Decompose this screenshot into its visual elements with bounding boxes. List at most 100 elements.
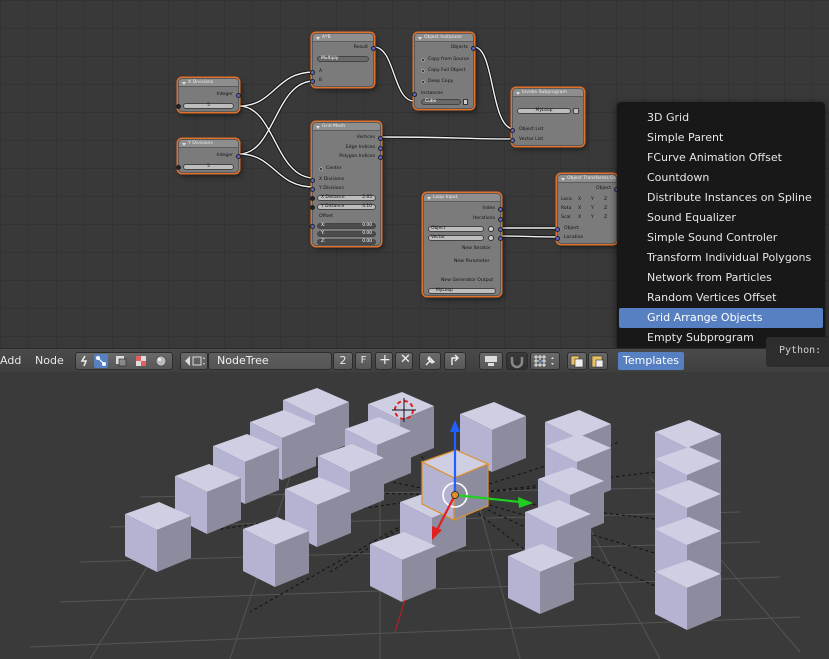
operation-select[interactable]: Multiply (317, 56, 369, 62)
output-socket[interactable] (236, 92, 241, 98)
copy-nodes-button[interactable] (567, 352, 587, 370)
input-socket[interactable] (510, 127, 515, 133)
templates-dropdown-menu[interactable]: 3D Grid Simple Parent FCurve Animation O… (617, 102, 825, 348)
node-editor[interactable]: A*B Result Multiply A B X Divisions Inte… (0, 0, 829, 348)
output-socket[interactable] (498, 235, 503, 241)
integer-value-field[interactable]: 5 (183, 103, 234, 109)
cube-array[interactable] (125, 388, 721, 630)
node-tree-browse-button[interactable] (180, 352, 208, 370)
menu-item-transform-individual-polygons[interactable]: Transform Individual Polygons (617, 248, 825, 268)
param-settings-icon[interactable] (488, 235, 494, 241)
radio-copy-full-object[interactable] (421, 69, 425, 73)
node-menu[interactable]: Node (35, 352, 64, 370)
menu-item-network-from-particles[interactable]: Network from Particles (617, 268, 825, 288)
menu-item-distribute-instances-on-spline[interactable]: Distribute Instances on Spline (617, 188, 825, 208)
input-socket[interactable] (555, 226, 560, 232)
param-vector-field[interactable]: Vector (428, 235, 484, 241)
new-node-tree-button[interactable]: + (375, 352, 393, 370)
compositing-icon[interactable] (114, 354, 128, 368)
input-socket[interactable] (510, 137, 515, 143)
menu-item-3d-grid[interactable]: 3D Grid (617, 108, 825, 128)
snap-element-dropdown[interactable] (530, 352, 560, 370)
templates-menu-button[interactable]: Templates (618, 352, 684, 370)
cube[interactable] (655, 560, 721, 630)
output-socket[interactable] (236, 153, 241, 159)
3d-viewport[interactable] (0, 372, 829, 659)
shader-tree-icon[interactable] (78, 354, 92, 368)
input-socket-a[interactable] (310, 69, 315, 75)
menu-item-simple-sound-controler[interactable]: Simple Sound Controler (617, 228, 825, 248)
node-y-divisions[interactable]: Y Divisions Integer 5 (176, 139, 241, 173)
loop-name-field[interactable]: MyLoop (428, 288, 496, 294)
object-select-field[interactable]: Cube (421, 99, 461, 105)
subprogram-field[interactable]: MyLoop (517, 108, 571, 114)
menu-item-random-vertices-offset[interactable]: Random Vertices Offset (617, 288, 825, 308)
material-icon[interactable] (154, 354, 168, 368)
input-socket[interactable] (412, 91, 417, 97)
menu-item-simple-parent[interactable]: Simple Parent (617, 128, 825, 148)
output-socket[interactable] (498, 216, 503, 222)
input-socket[interactable] (176, 164, 181, 170)
node-object-transforms-output[interactable]: Object Transforms Ou Object Loca X Y Z Rota… (555, 174, 619, 244)
object-picker-icon[interactable] (463, 99, 468, 105)
input-socket[interactable] (555, 235, 560, 241)
output-socket[interactable] (378, 135, 383, 141)
menu-item-grid-arrange-objects[interactable]: Grid Arrange Objects (619, 308, 823, 328)
menu-item-countdown[interactable]: Countdown (617, 168, 825, 188)
object-origin[interactable] (451, 491, 459, 499)
y-distance-field[interactable]: Y Distance 4.10 (317, 204, 376, 210)
snap-toggle-button[interactable] (506, 352, 528, 370)
cube[interactable] (125, 502, 191, 572)
fake-user-button[interactable]: F (355, 352, 372, 370)
offset-z-field[interactable]: Z: 0.00 (317, 239, 376, 245)
radio-deep-copy[interactable] (421, 80, 425, 84)
node-x-divisions[interactable]: X Divisions Integer 5 (176, 78, 241, 112)
cube[interactable] (508, 544, 574, 614)
input-socket[interactable] (310, 177, 315, 183)
node-grid-mesh[interactable]: Grid Mesh Vertices Edge Indices Polygon … (310, 122, 383, 246)
input-socket[interactable] (310, 186, 315, 192)
input-socket[interactable] (310, 195, 315, 201)
center-checkbox[interactable] (319, 167, 323, 171)
y-axis-arrow-head[interactable] (518, 497, 533, 508)
new-parameter-button[interactable]: New Parameter (454, 259, 489, 265)
add-menu[interactable]: Add (0, 352, 21, 370)
unlink-node-tree-button[interactable]: ✕ (395, 352, 413, 370)
pin-button[interactable] (419, 352, 441, 370)
menu-item-fcurve-animation-offset[interactable]: FCurve Animation Offset (617, 148, 825, 168)
output-socket[interactable] (378, 145, 383, 151)
node-invoke-subprogram[interactable]: Invoke Subprogram MyLoop Object List Vec… (510, 88, 584, 146)
menu-item-sound-equalizer[interactable]: Sound Equalizer (617, 208, 825, 228)
z-axis-arrow-head[interactable] (450, 420, 460, 432)
paste-nodes-button[interactable] (588, 352, 608, 370)
new-generator-output-button[interactable]: New Generator Output (441, 278, 493, 284)
animation-nodes-icon[interactable] (94, 354, 108, 368)
radio-copy-from-source[interactable] (421, 58, 425, 62)
input-socket[interactable] (310, 223, 315, 229)
input-socket[interactable] (176, 103, 181, 109)
param-object-field[interactable]: Object (428, 226, 484, 232)
node-object-instancer[interactable]: Object Instancer Objects Copy from Sourc… (412, 33, 476, 109)
node-loop-input[interactable]: Loop Input Index Iterations Object Vecto… (423, 193, 503, 296)
input-socket-b[interactable] (310, 78, 315, 84)
output-socket[interactable] (378, 154, 383, 160)
param-settings-icon[interactable] (488, 226, 494, 232)
node-tree-name-field[interactable]: NodeTree (208, 352, 332, 370)
integer-value-field[interactable]: 5 (183, 164, 234, 170)
subprogram-options-icon[interactable] (573, 108, 579, 114)
users-count-button[interactable]: 2 (333, 352, 353, 370)
offset-x-field[interactable]: X: 0.00 (317, 223, 376, 229)
cube[interactable] (243, 517, 309, 587)
node-a-times-b[interactable]: A*B Result Multiply A B (310, 33, 376, 87)
output-socket[interactable] (498, 226, 503, 232)
3d-scene[interactable] (0, 372, 829, 659)
output-socket[interactable] (498, 206, 503, 212)
texture-icon[interactable] (134, 354, 148, 368)
parent-tree-button[interactable] (444, 352, 466, 370)
offset-y-field[interactable]: Y: 0.00 (317, 231, 376, 237)
backdrop-button[interactable] (479, 352, 503, 370)
new-iterator-button[interactable]: New Iterator (462, 246, 491, 252)
input-socket[interactable] (310, 204, 315, 210)
output-socket[interactable] (371, 45, 376, 51)
x-distance-field[interactable]: X Distance 2.65 (317, 195, 376, 201)
